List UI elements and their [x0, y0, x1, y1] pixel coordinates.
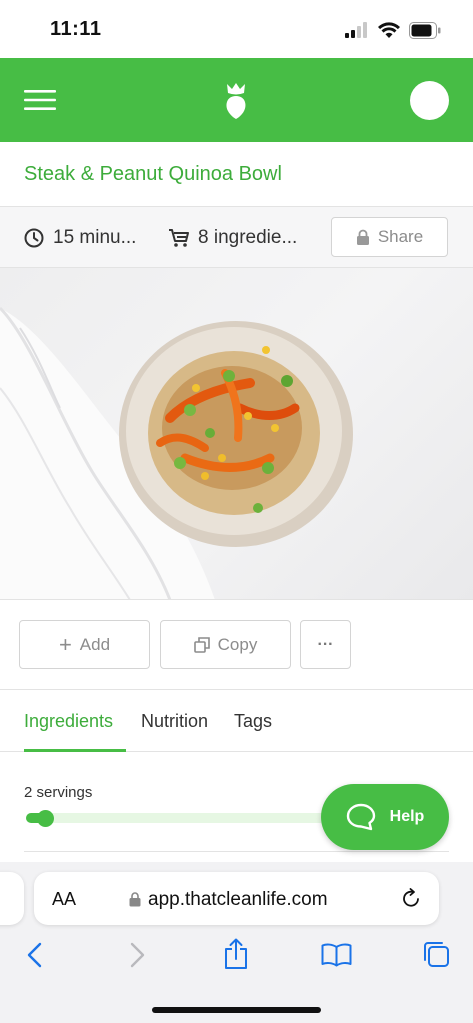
status-time: 11:11: [50, 18, 102, 40]
cart-icon: [168, 228, 190, 248]
add-button[interactable]: + Add: [19, 620, 150, 669]
help-label: Help: [389, 808, 425, 825]
lock-icon: [129, 891, 141, 907]
tab-tags[interactable]: Tags: [234, 711, 272, 732]
tab-nutrition[interactable]: Nutrition: [141, 711, 208, 732]
bookmarks-icon[interactable]: [321, 943, 352, 967]
servings-slider-track[interactable]: [26, 813, 326, 823]
chat-bubble-icon: [346, 803, 376, 831]
url-text[interactable]: app.thatcleanlife.com: [148, 889, 328, 911]
share-label: Share: [377, 227, 424, 246]
profile-avatar[interactable]: [410, 81, 449, 120]
more-icon: ···: [317, 635, 334, 653]
recipe-title: Steak & Peanut Quinoa Bowl: [24, 163, 282, 185]
wifi-icon: [377, 21, 401, 39]
tabs-icon[interactable]: [423, 941, 451, 969]
reader-aa-button[interactable]: AA: [52, 889, 76, 910]
hamburger-menu-icon[interactable]: [24, 88, 56, 112]
servings-label: 2 servings: [24, 784, 93, 801]
help-button[interactable]: Help: [321, 784, 449, 850]
share-sheet-icon[interactable]: [223, 938, 249, 970]
servings-slider-handle[interactable]: [37, 810, 54, 827]
signal-icon: [345, 22, 369, 38]
previous-tab-edge[interactable]: [0, 872, 24, 925]
ingredient-count: 8 ingredie...: [198, 227, 298, 248]
forward-icon[interactable]: [128, 942, 146, 968]
leaf-logo-icon[interactable]: [222, 82, 250, 120]
plus-icon: +: [58, 631, 72, 657]
back-icon[interactable]: [26, 942, 44, 968]
more-options-button[interactable]: ···: [300, 620, 351, 669]
share-button[interactable]: Share: [331, 217, 448, 257]
lock-icon: [356, 229, 370, 246]
copy-icon: [193, 636, 210, 653]
home-indicator: [152, 1007, 321, 1013]
add-label: Add: [79, 634, 111, 654]
section-divider: [24, 851, 449, 852]
recipe-time: 15 minu...: [53, 227, 137, 248]
copy-button[interactable]: Copy: [160, 620, 291, 669]
copy-label: Copy: [217, 634, 258, 654]
reload-icon[interactable]: [401, 888, 422, 909]
recipe-photo: [0, 268, 473, 600]
battery-icon: [409, 22, 441, 39]
tab-ingredients[interactable]: Ingredients: [24, 711, 113, 732]
clock-icon: [24, 228, 44, 248]
